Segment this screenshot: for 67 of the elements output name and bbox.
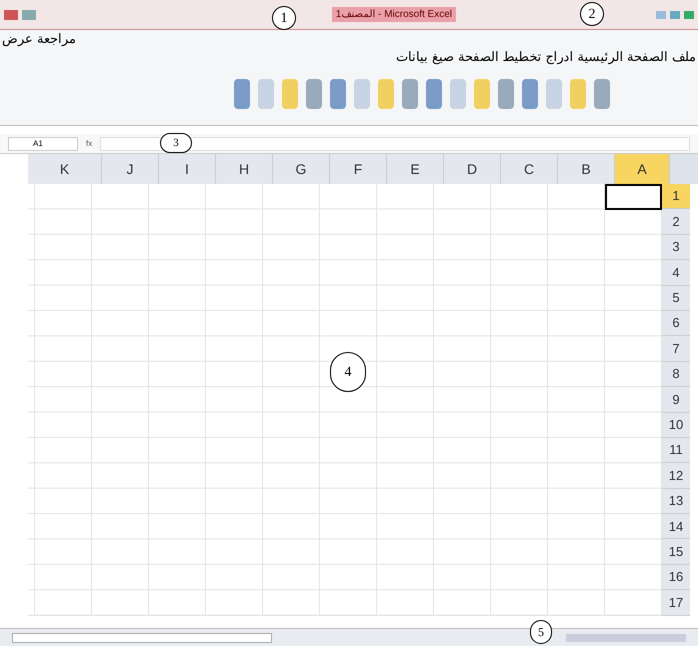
column-header[interactable]: J [102,154,159,184]
ribbon-tab[interactable]: عرض [0,30,35,48]
ribbon-tab[interactable]: صيغ [430,48,456,66]
row-header[interactable]: 5 [662,286,690,311]
column-header[interactable]: D [444,154,501,184]
column-header[interactable]: E [387,154,444,184]
selected-cell[interactable] [605,184,662,210]
callout-tooltip: 3 [160,133,192,153]
row-header[interactable]: 2 [662,209,690,235]
column-header[interactable]: A [615,154,670,184]
formula-icon[interactable]: fx [86,138,92,150]
close-icon[interactable] [684,10,694,18]
ribbon-command-icon[interactable] [402,78,418,108]
row-header[interactable]: 7 [662,336,690,362]
ribbon-command-icon[interactable] [546,78,562,108]
ribbon-command-icon[interactable] [474,78,490,108]
ribbon-tab[interactable]: مراجعة [35,30,78,48]
ribbon-command-icon[interactable] [570,78,586,108]
ribbon-command-icon[interactable] [306,78,322,108]
horizontal-scrollbar[interactable] [12,632,272,642]
quick-access-icon[interactable] [22,10,36,20]
maximize-icon[interactable] [670,10,680,18]
ribbon-command-icon[interactable] [498,78,514,108]
column-header[interactable]: B [558,154,615,184]
row-header[interactable]: 16 [662,564,690,590]
ribbon-command-icon[interactable] [258,78,274,108]
ribbon-command-icon[interactable] [234,78,250,108]
ribbon-tab[interactable]: ملف [670,48,698,66]
column-header[interactable]: I [159,154,216,184]
row-header[interactable]: 17 [662,590,690,616]
ribbon-tab[interactable]: الصفحة الرئيسية [575,48,670,66]
row-header[interactable]: 6 [662,310,690,336]
row-header[interactable]: 4 [662,260,690,286]
ribbon-tab[interactable]: بيانات [394,48,430,66]
ribbon-tab[interactable]: ادراج [543,48,576,66]
column-header[interactable]: C [501,154,558,184]
formula-input[interactable] [100,136,690,150]
ribbon-tab[interactable]: تخطيط الصفحة [456,48,544,66]
ribbon-command-icon[interactable] [354,78,370,108]
ribbon-command-icon[interactable] [426,78,442,108]
row-header[interactable]: 11 [662,438,690,464]
column-header[interactable]: H [216,154,273,184]
ribbon-command-icon[interactable] [378,78,394,108]
callout-tooltip: 5 [530,620,552,644]
row-header[interactable]: 9 [662,387,690,413]
ribbon-command-icon[interactable] [330,78,346,108]
quick-access-icon[interactable] [4,10,18,20]
ribbon-command-icon[interactable] [594,78,610,108]
row-header[interactable]: 13 [662,488,690,514]
ribbon-command-icon[interactable] [522,78,538,108]
row-header[interactable]: 10 [662,412,690,438]
row-header[interactable]: 14 [662,514,690,540]
ribbon-command-icon[interactable] [282,78,298,108]
minimize-icon[interactable] [656,10,666,18]
row-header[interactable]: 1 [662,184,690,210]
row-header[interactable]: 12 [662,463,690,489]
row-header[interactable]: 3 [662,234,690,260]
cell-grid[interactable] [28,184,662,616]
column-header[interactable]: K [28,154,102,184]
column-header[interactable]: F [330,154,387,184]
ribbon-command-icon[interactable] [450,78,466,108]
callout-tooltip: 4 [330,352,366,392]
row-header[interactable]: 15 [662,539,690,565]
window-title: المصنف1 - Microsoft Excel [332,7,456,22]
column-header[interactable]: G [273,154,330,184]
name-box[interactable]: A1 [8,136,78,150]
row-header[interactable]: 8 [662,362,690,388]
